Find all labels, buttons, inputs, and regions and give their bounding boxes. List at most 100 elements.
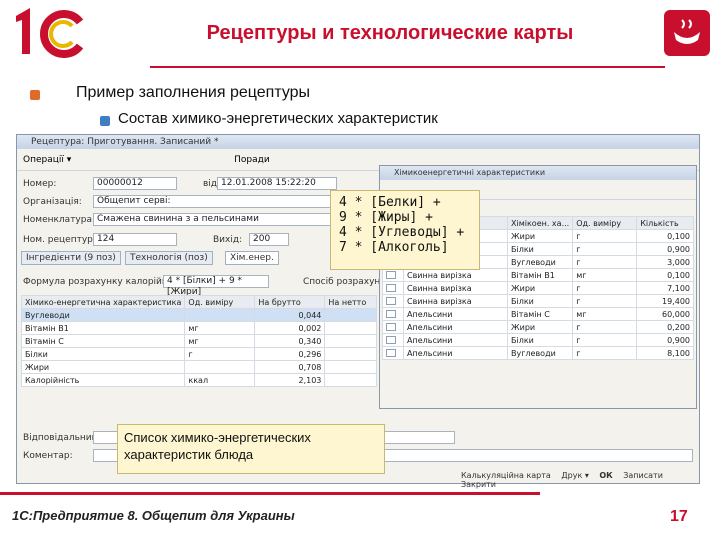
table-cell: ккал xyxy=(184,373,256,387)
operations-menu[interactable]: Операції ▾ xyxy=(23,155,71,165)
table-cell: Жири xyxy=(506,229,574,243)
close-button[interactable]: Закрити xyxy=(461,480,496,489)
callout-line: 4 * [Углеводы] + xyxy=(339,225,465,240)
row-icon xyxy=(382,268,404,282)
table-cell xyxy=(324,373,377,387)
table-cell: Апельсини xyxy=(403,307,508,321)
table-row[interactable]: Апельсини Вітамін Смг 60,000 xyxy=(382,307,694,321)
nomenclature-input[interactable]: Смажена свинина з а пельсинами xyxy=(93,213,343,226)
row-icon xyxy=(382,294,404,308)
cooking-pot-icon xyxy=(664,10,710,56)
table-cell: 0,296 xyxy=(254,347,326,361)
table-cell: 60,000 xyxy=(636,307,694,321)
table-cell: Жири xyxy=(506,320,574,334)
table-cell: 0,044 xyxy=(254,308,326,322)
organization-input[interactable]: Общепит серві: xyxy=(93,195,343,208)
table-cell: Свинна вирізка xyxy=(403,268,508,282)
grid1-header[interactable]: На брутто xyxy=(254,295,326,309)
table-cell: Вуглеводи xyxy=(20,308,186,322)
table-cell: 3,000 xyxy=(636,255,694,269)
table-cell xyxy=(184,360,256,374)
field-label-nom: Номенклатура: xyxy=(23,215,96,225)
chem-grid: Хімико-енергетична характеристика Од. ви… xyxy=(20,295,377,387)
table-row[interactable]: Апельсини Вуглеводи г 8,100 xyxy=(382,346,694,360)
exit-input[interactable]: 200 xyxy=(249,233,289,246)
table-cell: мг xyxy=(572,268,638,282)
grid1-header[interactable]: Од. виміру xyxy=(184,295,256,309)
sub-grid-header[interactable]: Од. виміру xyxy=(572,216,638,230)
sub-bullet-icon xyxy=(100,116,110,126)
table-row[interactable]: Білки г 0,296 xyxy=(20,347,377,361)
table-cell: 0,708 xyxy=(254,360,326,374)
save-button[interactable]: Записати xyxy=(623,471,663,480)
table-cell xyxy=(324,360,377,374)
table-row[interactable]: Калорійність ккал 2,103 xyxy=(20,373,377,387)
formula-input[interactable]: 4 * [Білки] + 9 * [Жири] xyxy=(163,275,269,297)
date-input[interactable]: 12.01.2008 15:22:20 xyxy=(217,177,337,190)
1c-logo-icon xyxy=(16,8,84,58)
tab-technology[interactable]: Технологія (поз) xyxy=(125,251,213,265)
table-cell: Вітамін В1 xyxy=(506,268,574,282)
grid1-header[interactable]: Хімико-енергетична характеристика xyxy=(20,295,186,309)
table-row[interactable]: Свинна вирізка Жири г 7,100 xyxy=(382,281,694,295)
table-cell: г xyxy=(572,242,638,256)
method-label[interactable]: Спосіб розрахунку xyxy=(303,277,391,287)
bullet-icon xyxy=(30,90,40,100)
row-icon xyxy=(382,281,404,295)
row-icon xyxy=(382,333,404,347)
calc-card-button[interactable]: Калькуляційна карта xyxy=(461,471,551,480)
tab-ingredients[interactable]: Інгредієнти (9 поз) xyxy=(21,251,121,265)
bullet-text-2: Состав химико-энергетических характерист… xyxy=(118,110,438,127)
sub-grid-header[interactable]: Кількість xyxy=(636,216,694,230)
sub-grid-header[interactable]: Хімікоен. ха... xyxy=(506,216,574,230)
row-icon xyxy=(382,307,404,321)
table-cell: 7,100 xyxy=(636,281,694,295)
table-row[interactable]: Вуглеводи 0,044 xyxy=(20,308,377,322)
table-row[interactable]: Свинна вирізка Білки г 19,400 xyxy=(382,294,694,308)
table-cell: г xyxy=(184,347,256,361)
table-cell: Вуглеводи xyxy=(506,346,574,360)
footer-rule xyxy=(0,492,540,495)
comment-label: Коментар: xyxy=(23,451,73,461)
table-row[interactable]: Вітамін В1 мг 0,002 xyxy=(20,321,377,335)
table-cell: Вуглеводи xyxy=(506,255,574,269)
table-cell xyxy=(324,334,377,348)
print-button[interactable]: Друк ▾ xyxy=(561,471,588,480)
table-cell: 0,100 xyxy=(636,268,694,282)
table-cell: 0,900 xyxy=(636,242,694,256)
table-cell: Білки xyxy=(506,294,574,308)
table-cell: г xyxy=(572,281,638,295)
list-callout: Список химико-энергетических характерист… xyxy=(117,424,385,474)
table-cell: Вітамін В1 xyxy=(20,321,186,335)
table-cell: г xyxy=(572,294,638,308)
number-input[interactable]: 00000012 xyxy=(93,177,177,190)
formula-label: Формула розрахунку калорійно... xyxy=(23,277,182,287)
window-title: Рецептура: Приготування. Записаний * xyxy=(17,135,699,149)
tab-bar: Інгредієнти (9 поз) Технологія (поз) Хім… xyxy=(21,251,381,265)
table-row[interactable]: Апельсини Білки г 0,900 xyxy=(382,333,694,347)
slide-title: Рецептуры и технологические карты xyxy=(206,22,574,44)
table-cell: Жири xyxy=(506,281,574,295)
table-cell: Апельсини xyxy=(403,333,508,347)
field-label-recipe: Ном. рецептури: xyxy=(23,235,102,245)
slide-header: Рецептуры и технологические карты xyxy=(0,0,720,72)
table-cell: 2,103 xyxy=(254,373,326,387)
ok-button[interactable]: ОК xyxy=(599,471,612,480)
tab-chem-energy[interactable]: Хім.енер. xyxy=(225,251,279,265)
table-cell xyxy=(184,308,256,322)
callout-line: 4 * [Белки] + xyxy=(339,195,441,210)
table-row[interactable]: Апельсини Жири г 0,200 xyxy=(382,320,694,334)
table-row[interactable]: Вітамін Смг 0,340 xyxy=(20,334,377,348)
table-row[interactable]: Жири 0,708 xyxy=(20,360,377,374)
field-label-org: Організація: xyxy=(23,197,82,207)
table-cell: Калорійність xyxy=(20,373,186,387)
table-cell: 0,900 xyxy=(636,333,694,347)
grid1-header[interactable]: На нетто xyxy=(324,295,377,309)
table-cell: Білки xyxy=(506,242,574,256)
button-bar: Калькуляційна карта Друк ▾ ОК Записати З… xyxy=(461,471,697,489)
header-rule xyxy=(150,66,665,68)
tips-button[interactable]: Поради xyxy=(234,155,270,165)
table-row[interactable]: Свинна вирізка Вітамін В1 мг 0,100 xyxy=(382,268,694,282)
bullet-text-1: Пример заполнения рецептуры xyxy=(76,84,311,101)
recipe-number-input[interactable]: 124 xyxy=(93,233,177,246)
